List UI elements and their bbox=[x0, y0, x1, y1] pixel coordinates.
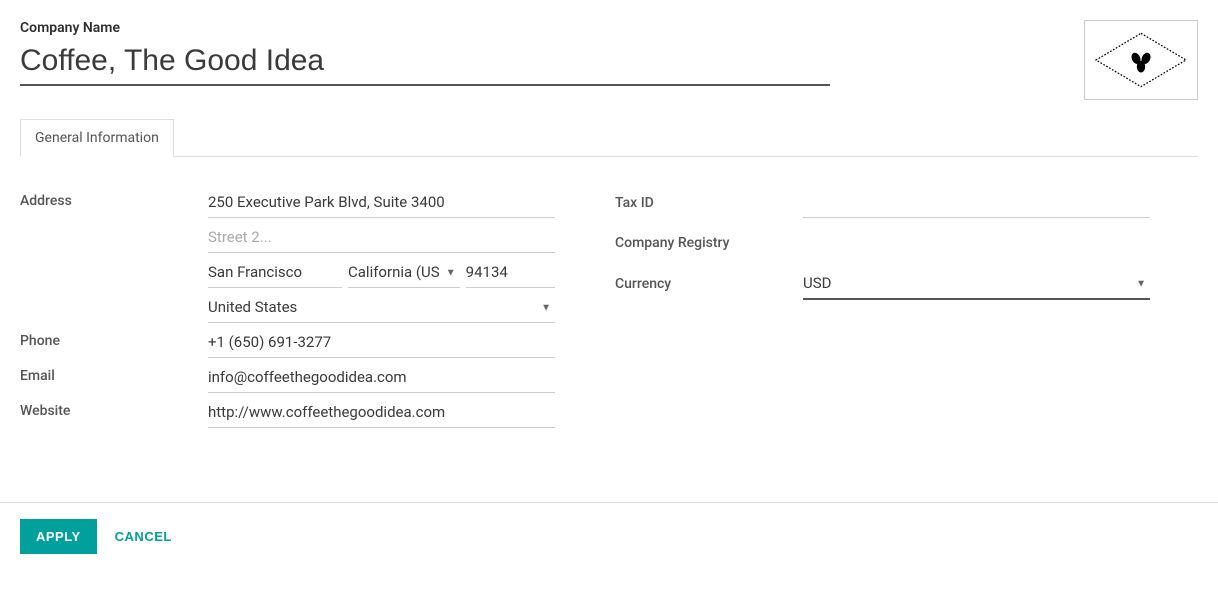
address-row: Address ▼ ▼ bbox=[20, 187, 555, 323]
footer: APPLY CANCEL bbox=[0, 502, 1218, 570]
country-select-wrap: ▼ bbox=[208, 292, 555, 323]
currency-select[interactable] bbox=[803, 268, 1150, 300]
cancel-button[interactable]: CANCEL bbox=[115, 529, 172, 544]
apply-button[interactable]: APPLY bbox=[20, 519, 97, 554]
company-name-label: Company Name bbox=[20, 20, 830, 36]
website-row: Website bbox=[20, 397, 555, 428]
state-select[interactable] bbox=[348, 257, 460, 288]
website-input[interactable] bbox=[208, 397, 555, 428]
currency-row: Currency ▼ bbox=[615, 268, 1150, 300]
form-area: Address ▼ ▼ bbox=[20, 157, 1198, 432]
street1-input[interactable] bbox=[208, 187, 555, 218]
header-row: Company Name bbox=[20, 20, 1198, 100]
tax-id-row: Tax ID bbox=[615, 187, 1150, 218]
country-select[interactable] bbox=[208, 292, 555, 323]
tab-general-information[interactable]: General Information bbox=[20, 119, 174, 157]
tax-id-input[interactable] bbox=[803, 187, 1150, 218]
company-logo[interactable] bbox=[1084, 20, 1198, 100]
company-registry-input[interactable] bbox=[803, 228, 1150, 258]
state-select-wrap: ▼ bbox=[348, 257, 460, 288]
phone-input[interactable] bbox=[208, 327, 555, 358]
phone-row: Phone bbox=[20, 327, 555, 358]
company-name-input[interactable] bbox=[20, 40, 830, 86]
currency-label: Currency bbox=[615, 276, 803, 292]
column-left: Address ▼ ▼ bbox=[20, 187, 555, 432]
company-registry-label: Company Registry bbox=[615, 235, 803, 251]
city-state-zip-row: ▼ bbox=[208, 257, 555, 288]
street2-input[interactable] bbox=[208, 222, 555, 253]
tabs: General Information bbox=[20, 118, 1198, 157]
column-right: Tax ID Company Registry Currency ▼ bbox=[615, 187, 1150, 432]
city-input[interactable] bbox=[208, 257, 342, 288]
coffee-beans-diamond-icon bbox=[1091, 30, 1191, 90]
company-registry-row: Company Registry bbox=[615, 228, 1150, 258]
website-label: Website bbox=[20, 397, 208, 419]
address-fields: ▼ ▼ bbox=[208, 187, 555, 323]
zip-input[interactable] bbox=[466, 257, 555, 288]
company-name-section: Company Name bbox=[20, 20, 830, 86]
tax-id-label: Tax ID bbox=[615, 195, 803, 211]
currency-select-wrap: ▼ bbox=[803, 268, 1150, 300]
email-label: Email bbox=[20, 362, 208, 384]
email-row: Email bbox=[20, 362, 555, 393]
company-form: Company Name General Information Address bbox=[0, 0, 1218, 432]
phone-label: Phone bbox=[20, 327, 208, 349]
address-label: Address bbox=[20, 187, 208, 209]
email-input[interactable] bbox=[208, 362, 555, 393]
